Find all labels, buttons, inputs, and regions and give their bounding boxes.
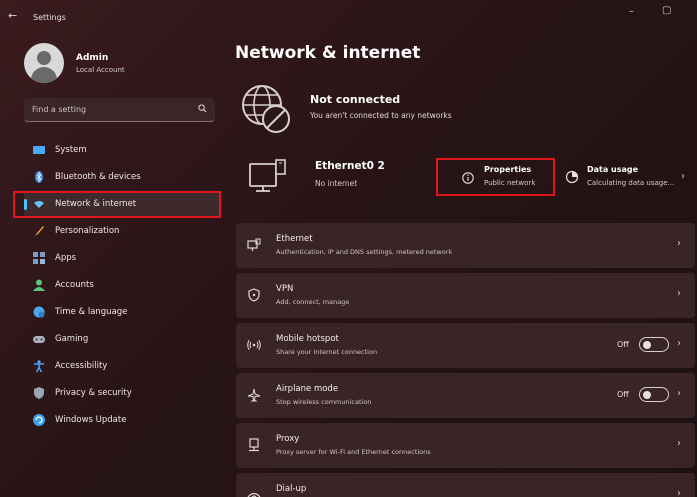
info-icon — [462, 172, 474, 184]
minimize-button[interactable]: – — [629, 6, 634, 17]
sidebar-item-gaming[interactable]: Gaming — [24, 326, 220, 353]
chevron-right-icon: › — [677, 438, 681, 449]
sidebar-item-label: Personalization — [55, 226, 120, 236]
chevron-right-icon: › — [677, 488, 681, 497]
update-icon — [33, 414, 45, 426]
sidebar-item-label: Gaming — [55, 334, 89, 344]
search-icon — [198, 104, 207, 113]
airplane-mode-card[interactable]: Airplane mode Stop wireless communicatio… — [236, 373, 695, 418]
properties-button[interactable] — [436, 158, 555, 196]
maximize-button[interactable]: ▢ — [662, 5, 671, 16]
search-placeholder: Find a setting — [32, 105, 87, 114]
user-name: Admin — [76, 53, 109, 63]
avatar[interactable] — [24, 43, 64, 83]
sidebar-item-label: Bluetooth & devices — [55, 172, 141, 182]
dial-up-card[interactable]: Dial-up › — [236, 473, 695, 497]
sidebar-item-time-language[interactable]: Time & language — [24, 299, 220, 326]
adapter-name: Ethernet0 2 — [315, 160, 385, 172]
card-subtitle: Authentication, IP and DNS settings, met… — [276, 248, 453, 256]
card-title: Ethernet — [276, 234, 313, 244]
mobile-hotspot-card[interactable]: Mobile hotspot Share your internet conne… — [236, 323, 695, 368]
card-title: Mobile hotspot — [276, 334, 339, 344]
card-title: Dial-up — [276, 484, 307, 494]
sidebar-item-label: System — [55, 145, 87, 155]
airplane-mode-toggle[interactable] — [639, 387, 669, 402]
data-usage-icon[interactable] — [565, 170, 579, 184]
airplane-icon — [247, 388, 261, 402]
connection-status-subtitle: You aren't connected to any networks — [310, 111, 452, 120]
highlight-box — [13, 191, 221, 218]
globe-disconnected-icon — [242, 85, 290, 133]
back-button[interactable]: ← — [8, 9, 17, 22]
proxy-icon — [249, 438, 259, 452]
page-title: Network & internet — [235, 43, 421, 63]
settings-window: ← Settings – ▢ Admin Local Account Find … — [0, 0, 697, 497]
sidebar-item-label: Privacy & security — [55, 388, 132, 398]
vpn-card[interactable]: VPN Add, connect, manage › — [236, 273, 695, 318]
data-usage-subtitle: Calculating data usage... — [587, 179, 675, 187]
sidebar-item-privacy-security[interactable]: Privacy & security — [24, 380, 220, 407]
properties-title: Properties — [484, 165, 532, 174]
chevron-right-icon: › — [677, 238, 681, 249]
ethernet-icon — [249, 159, 286, 192]
card-subtitle: Proxy server for Wi-Fi and Ethernet conn… — [276, 448, 431, 456]
app-title: Settings — [33, 13, 66, 22]
card-subtitle: Share your internet connection — [276, 348, 378, 356]
gamepad-icon — [33, 336, 45, 343]
chevron-right-icon[interactable]: › — [681, 171, 685, 182]
proxy-card[interactable]: Proxy Proxy server for Wi-Fi and Etherne… — [236, 423, 695, 468]
hotspot-icon — [247, 339, 261, 351]
chevron-right-icon: › — [677, 388, 681, 399]
toggle-state-label: Off — [617, 390, 629, 399]
sidebar-item-accessibility[interactable]: Accessibility — [24, 353, 220, 380]
card-title: Airplane mode — [276, 384, 339, 394]
sidebar-item-label: Apps — [55, 253, 77, 263]
vpn-shield-icon — [248, 288, 260, 302]
accessibility-icon — [34, 360, 44, 372]
card-subtitle: Add, connect, manage — [276, 298, 350, 306]
toggle-state-label: Off — [617, 340, 629, 349]
sidebar-item-label: Accessibility — [55, 361, 108, 371]
sidebar-item-label: Accounts — [55, 280, 94, 290]
sidebar-item-apps[interactable]: Apps — [24, 245, 220, 272]
shield-icon — [34, 387, 44, 399]
globe-clock-icon — [33, 306, 45, 318]
sidebar-item-label: Time & language — [55, 307, 128, 317]
connection-status-title: Not connected — [310, 93, 401, 106]
sidebar-item-accounts[interactable]: Accounts — [24, 272, 220, 299]
mobile-hotspot-toggle[interactable] — [639, 337, 669, 352]
sidebar-item-windows-update[interactable]: Windows Update — [24, 407, 220, 434]
card-subtitle: Stop wireless communication — [276, 398, 372, 406]
apps-icon — [33, 252, 45, 264]
sidebar-item-system[interactable]: System — [24, 137, 220, 164]
title-bar: ← Settings – ▢ — [0, 0, 697, 34]
sidebar-item-bluetooth[interactable]: Bluetooth & devices — [24, 164, 220, 191]
card-title: Proxy — [276, 434, 300, 444]
ethernet-icon — [247, 238, 261, 251]
search-input[interactable]: Find a setting — [24, 98, 215, 122]
properties-subtitle: Public network — [484, 179, 536, 187]
account-type: Local Account — [76, 66, 125, 74]
accounts-icon — [33, 279, 45, 291]
ethernet-card[interactable]: Ethernet Authentication, IP and DNS sett… — [236, 223, 695, 268]
adapter-state: No internet — [315, 179, 358, 188]
sidebar-item-label: Windows Update — [55, 415, 127, 425]
dialup-icon — [247, 492, 261, 497]
chevron-right-icon: › — [677, 288, 681, 299]
chevron-right-icon: › — [677, 338, 681, 349]
brush-icon — [35, 226, 44, 236]
card-title: VPN — [276, 284, 294, 294]
system-icon — [33, 146, 45, 154]
bluetooth-icon — [35, 171, 43, 183]
data-usage-title[interactable]: Data usage — [587, 165, 638, 174]
sidebar-item-personalization[interactable]: Personalization — [24, 218, 220, 245]
